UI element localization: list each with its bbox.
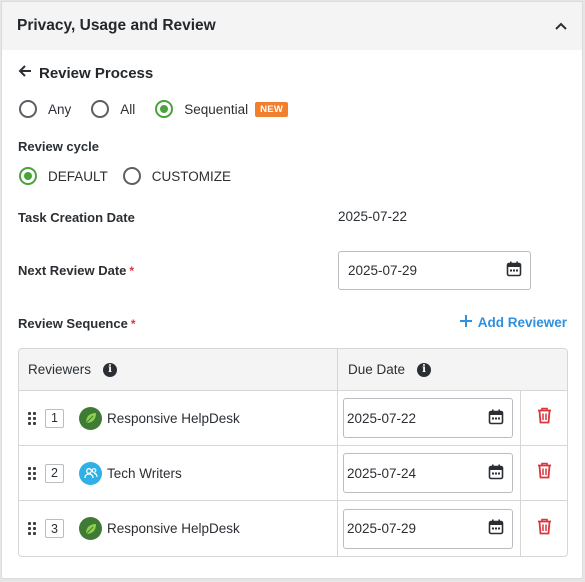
add-reviewer-button[interactable]: Add Reviewer: [459, 315, 567, 330]
radio-circle-selected[interactable]: [19, 167, 37, 185]
table-row: 2 Tech Writers 2025-07-24: [19, 446, 567, 501]
due-date-value: 2025-07-22: [347, 410, 417, 426]
panel-header[interactable]: Privacy, Usage and Review: [2, 2, 582, 50]
back-to-review-process[interactable]: Review Process: [18, 64, 153, 83]
reviewer-name: Responsive HelpDesk: [107, 521, 240, 536]
review-mode-group: Any All Sequential NEW: [19, 100, 308, 118]
reviewers-header-label: Reviewers: [28, 362, 92, 377]
calendar-icon[interactable]: [488, 409, 504, 428]
add-reviewer-label: Add Reviewer: [477, 315, 567, 330]
due-date-input[interactable]: 2025-07-24: [343, 453, 513, 493]
due-date-cell: 2025-07-22: [338, 391, 521, 445]
reviewers-column-header: Reviewers i: [19, 349, 338, 390]
new-badge: NEW: [255, 101, 289, 117]
drag-handle-icon[interactable]: [28, 411, 38, 425]
radio-circle-selected[interactable]: [155, 100, 174, 118]
order-number: 2: [45, 463, 64, 483]
reviewer-name: Tech Writers: [107, 465, 182, 481]
leaf-avatar: [79, 406, 102, 430]
leaf-avatar: [79, 517, 102, 540]
due-date-value: 2025-07-24: [347, 465, 417, 481]
radio-default[interactable]: DEFAULT: [19, 167, 108, 185]
due-date-cell: 2025-07-29: [338, 501, 521, 556]
reviewer-cell: 2 Tech Writers: [19, 446, 338, 500]
trash-icon[interactable]: [537, 462, 552, 484]
calendar-icon[interactable]: [488, 519, 504, 538]
required-asterisk: *: [129, 264, 135, 278]
delete-cell: [521, 501, 567, 556]
due-date-cell: 2025-07-24: [338, 446, 521, 500]
trash-icon[interactable]: [537, 518, 552, 540]
radio-label: DEFAULT: [48, 168, 108, 184]
required-asterisk: *: [130, 317, 136, 331]
radio-customize[interactable]: CUSTOMIZE: [122, 167, 232, 185]
plus-icon: [459, 315, 472, 330]
chevron-up-icon[interactable]: [554, 19, 568, 33]
calendar-icon[interactable]: [506, 261, 522, 280]
order-number: 3: [45, 519, 64, 538]
reviewer-cell: 3 Responsive HelpDesk: [19, 501, 338, 556]
radio-label: Any: [48, 101, 72, 117]
task-creation-date-value: 2025-07-22: [338, 209, 408, 224]
radio-circle[interactable]: [91, 100, 110, 118]
due-date-column-header: Due Date i: [338, 349, 567, 390]
info-icon[interactable]: i: [103, 362, 118, 377]
delete-cell: [521, 391, 567, 445]
next-review-date-input[interactable]: 2025-07-29: [338, 251, 531, 290]
task-creation-date-label: Task Creation Date: [18, 210, 135, 225]
drag-handle-icon[interactable]: [28, 466, 38, 480]
review-sequence-text: Review Sequence: [18, 316, 128, 331]
next-review-date-text: Next Review Date: [18, 263, 127, 278]
radio-label: CUSTOMIZE: [151, 168, 232, 184]
reviewer-name: Responsive HelpDesk: [107, 410, 240, 426]
radio-label: Sequential: [184, 101, 249, 117]
delete-cell: [521, 446, 567, 500]
review-cycle-label: Review cycle: [18, 139, 99, 154]
reviewers-table: Reviewers i Due Date i 1 Responsive Help…: [18, 348, 568, 557]
radio-sequential[interactable]: Sequential NEW: [155, 100, 289, 118]
radio-all[interactable]: All: [91, 100, 135, 118]
review-sequence-label: Review Sequence *: [18, 316, 136, 331]
privacy-usage-review-panel: Privacy, Usage and Review Review Process…: [1, 1, 583, 579]
review-cycle-group: DEFAULT CUSTOMIZE: [19, 167, 251, 185]
next-review-date-value: 2025-07-29: [348, 263, 418, 278]
due-date-header-label: Due Date: [348, 362, 406, 377]
review-process-heading: Review Process: [39, 65, 154, 82]
reviewer-cell: 1 Responsive HelpDesk: [19, 391, 338, 445]
table-row: 3 Responsive HelpDesk 2025-07-29: [19, 501, 567, 556]
arrow-left-icon[interactable]: [18, 64, 33, 83]
info-icon[interactable]: i: [417, 362, 432, 377]
table-row: 1 Responsive HelpDesk 2025-07-22: [19, 391, 567, 446]
order-number: 1: [45, 408, 64, 428]
due-date-input[interactable]: 2025-07-29: [343, 508, 513, 549]
radio-circle[interactable]: [122, 167, 141, 185]
due-date-input[interactable]: 2025-07-22: [343, 398, 513, 438]
next-review-date-label: Next Review Date *: [18, 263, 134, 278]
radio-any[interactable]: Any: [19, 100, 71, 118]
calendar-icon[interactable]: [488, 464, 504, 483]
trash-icon[interactable]: [537, 407, 552, 429]
group-avatar: [79, 461, 102, 485]
panel-title: Privacy, Usage and Review: [17, 17, 216, 34]
radio-circle[interactable]: [19, 100, 37, 118]
radio-label: All: [120, 101, 136, 117]
table-header: Reviewers i Due Date i: [19, 349, 567, 391]
drag-handle-icon[interactable]: [28, 522, 38, 536]
due-date-value: 2025-07-29: [347, 521, 417, 536]
